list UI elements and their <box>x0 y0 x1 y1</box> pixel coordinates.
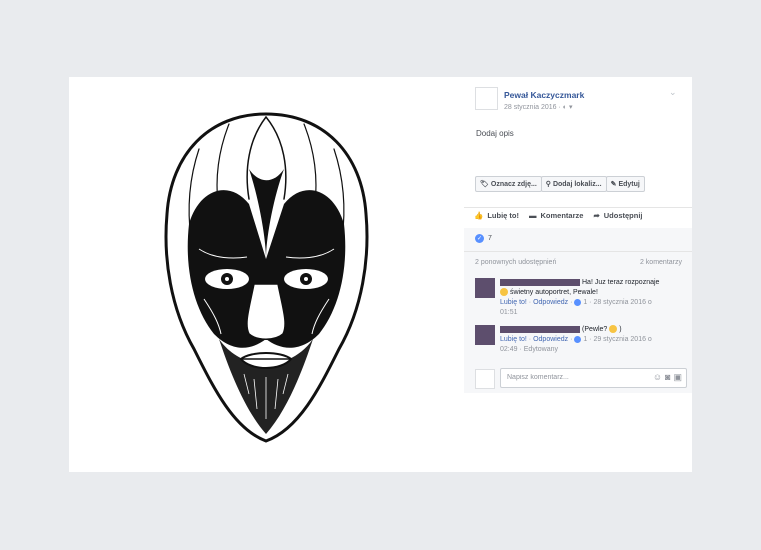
laughing-emoji-icon <box>609 325 618 334</box>
divider <box>464 207 692 208</box>
photo-tools: 🏷 Oznacz zdję... ⚲ Dodaj lokaliz... ✎ Edytu… <box>475 176 645 192</box>
pencil-icon: ✎ <box>610 181 617 188</box>
globe-icon[interactable]: · ◐ ▾ <box>559 104 573 111</box>
emoji-icon[interactable]: ☺ <box>653 372 662 383</box>
post-date[interactable]: 28 stycznia 2016 <box>504 104 557 111</box>
comment-input-wrap: ☺ ◙ ▣ <box>500 368 687 388</box>
share-button[interactable]: ➦ Udostępnij <box>593 211 642 220</box>
like-reaction-icon <box>574 335 582 343</box>
comment-text: Ha! Juz teraz rozpoznaje <box>582 279 660 286</box>
comment-like-count[interactable]: 1 <box>583 299 587 306</box>
comment-icon: ▬ <box>529 211 537 220</box>
comment-like-link[interactable]: Lubię to! <box>500 336 527 343</box>
comment-reply-link[interactable]: Odpowiedz <box>533 299 568 306</box>
like-button[interactable]: 👍 Lubię to! <box>474 211 519 220</box>
comment-time-cont[interactable]: 02:49 <box>500 346 518 353</box>
face-drawing <box>164 112 369 443</box>
edit-button[interactable]: ✎ Edytuj <box>605 176 645 192</box>
author-name[interactable]: Pewał Kaczyczmark <box>504 90 584 100</box>
my-avatar <box>475 369 495 389</box>
location-pin-icon: ⚲ <box>545 181 551 188</box>
comment-button[interactable]: ▬ Komentarze <box>529 211 583 220</box>
author-avatar[interactable] <box>475 87 498 110</box>
tag-icon: 🏷 <box>480 181 489 188</box>
photo-viewer: Pewał Kaczyczmark 28 stycznia 2016 · ◐ ▾… <box>69 77 692 472</box>
commenter-avatar[interactable] <box>475 325 495 345</box>
like-reaction-icon <box>574 298 582 306</box>
comment-body: (Pewle? ) Lubię to! · Odpowiedz · 1 · 29… <box>500 325 652 353</box>
comment-meta: Lubię to! · Odpowiedz · 1 · 28 stycznia … <box>500 298 652 316</box>
comment-time[interactable]: 28 stycznia 2016 o <box>593 299 651 306</box>
commenter-avatar[interactable] <box>475 278 495 298</box>
comment-like-link[interactable]: Lubię to! <box>500 299 527 306</box>
tag-photo-button[interactable]: 🏷 Oznacz zdję... <box>475 176 542 192</box>
comment-meta: Lubię to! · Odpowiedz · 1 · 29 stycznia … <box>500 335 652 353</box>
shares-count[interactable]: 2 ponownych udostępnień <box>475 259 556 266</box>
camera-icon[interactable]: ◙ <box>665 372 670 383</box>
photo[interactable] <box>69 77 464 472</box>
add-description-link[interactable]: Dodaj opis <box>476 129 514 138</box>
add-location-button[interactable]: ⚲ Dodaj lokaliz... <box>540 176 607 192</box>
thumbs-up-icon: 👍 <box>474 211 484 220</box>
comment-text: (Pewle? <box>582 326 608 333</box>
edited-link[interactable]: Edytowany <box>524 346 558 353</box>
sticker-icon[interactable]: ▣ <box>673 372 682 383</box>
post-actions: 👍 Lubię to! ▬ Komentarze ➦ Udostępnij <box>474 211 643 220</box>
comment-composer: ☺ ◙ ▣ <box>475 368 687 389</box>
post-sidebar: Pewał Kaczyczmark 28 stycznia 2016 · ◐ ▾… <box>464 77 692 472</box>
comment-text-cont: świetny autoportret, Pewale! <box>509 289 598 296</box>
comments-count[interactable]: 2 komentarzy <box>640 259 682 266</box>
comment-time-cont[interactable]: 01:51 <box>500 309 518 316</box>
commenter-name-redacted[interactable] <box>500 325 580 333</box>
share-arrow-icon: ➦ <box>593 211 600 220</box>
comment-reply-link[interactable]: Odpowiedz <box>533 336 568 343</box>
comment-like-count[interactable]: 1 <box>583 336 587 343</box>
comment-time[interactable]: 29 stycznia 2016 o <box>593 336 651 343</box>
grin-emoji-icon <box>500 288 508 297</box>
composer-icons: ☺ ◙ ▣ <box>653 372 682 383</box>
comment-body: Ha! Juz teraz rozpoznaje świetny autopor… <box>500 278 685 318</box>
like-reaction-icon: ✓ <box>475 234 484 243</box>
reaction-summary[interactable]: ✓ 7 <box>475 234 492 243</box>
reaction-count: 7 <box>488 235 492 242</box>
divider <box>464 251 692 252</box>
comment-input[interactable] <box>505 373 619 382</box>
chevron-down-icon[interactable]: ⌄ <box>669 87 677 98</box>
commenter-name-redacted[interactable] <box>500 278 580 286</box>
post-meta: 28 stycznia 2016 · ◐ ▾ <box>504 103 572 111</box>
